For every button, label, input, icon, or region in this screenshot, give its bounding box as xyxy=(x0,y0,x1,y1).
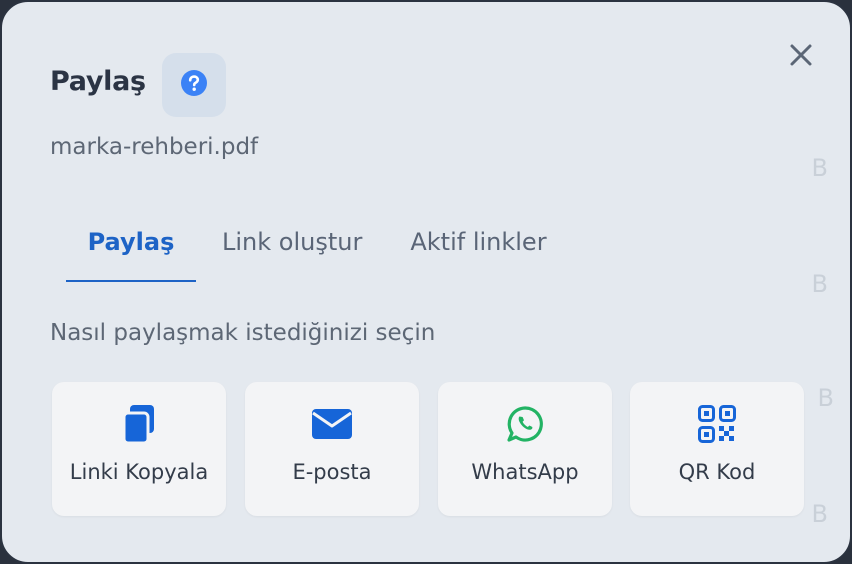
whatsapp-button[interactable]: WhatsApp xyxy=(438,382,612,516)
background-hint: B xyxy=(817,384,834,412)
whatsapp-icon xyxy=(506,405,544,448)
close-icon xyxy=(789,43,813,72)
background-hint: B xyxy=(811,270,828,298)
qr-code-button[interactable]: QR Kod xyxy=(630,382,804,516)
qr-code-label: QR Kod xyxy=(678,460,756,484)
copy-link-label: Linki Kopyala xyxy=(69,460,209,484)
share-prompt: Nasıl paylaşmak istediğinizi seçin xyxy=(50,320,436,346)
question-circle-icon xyxy=(180,69,208,102)
whatsapp-label: WhatsApp xyxy=(471,460,579,484)
email-button[interactable]: E-posta xyxy=(245,382,419,516)
file-name: marka-rehberi.pdf xyxy=(50,134,259,160)
background-hint: B xyxy=(811,154,828,182)
close-button[interactable] xyxy=(784,40,818,74)
copy-link-button[interactable]: Linki Kopyala xyxy=(52,382,226,516)
email-label: E-posta xyxy=(292,460,372,484)
qr-code-icon xyxy=(698,404,736,448)
share-dialog: B B B B Paylaş marka-rehberi.pdf Paylaş … xyxy=(0,0,852,564)
copy-icon xyxy=(120,404,158,449)
background-hint: B xyxy=(811,500,828,528)
tab-create-link[interactable]: Link oluştur xyxy=(222,218,362,282)
tab-bar: Paylaş Link oluştur Aktif linkler xyxy=(66,218,547,284)
help-button[interactable] xyxy=(162,53,226,117)
tab-share[interactable]: Paylaş xyxy=(66,218,196,282)
envelope-icon xyxy=(311,408,353,445)
dialog-title: Paylaş xyxy=(50,66,146,97)
tab-active-links[interactable]: Aktif linkler xyxy=(410,218,546,282)
